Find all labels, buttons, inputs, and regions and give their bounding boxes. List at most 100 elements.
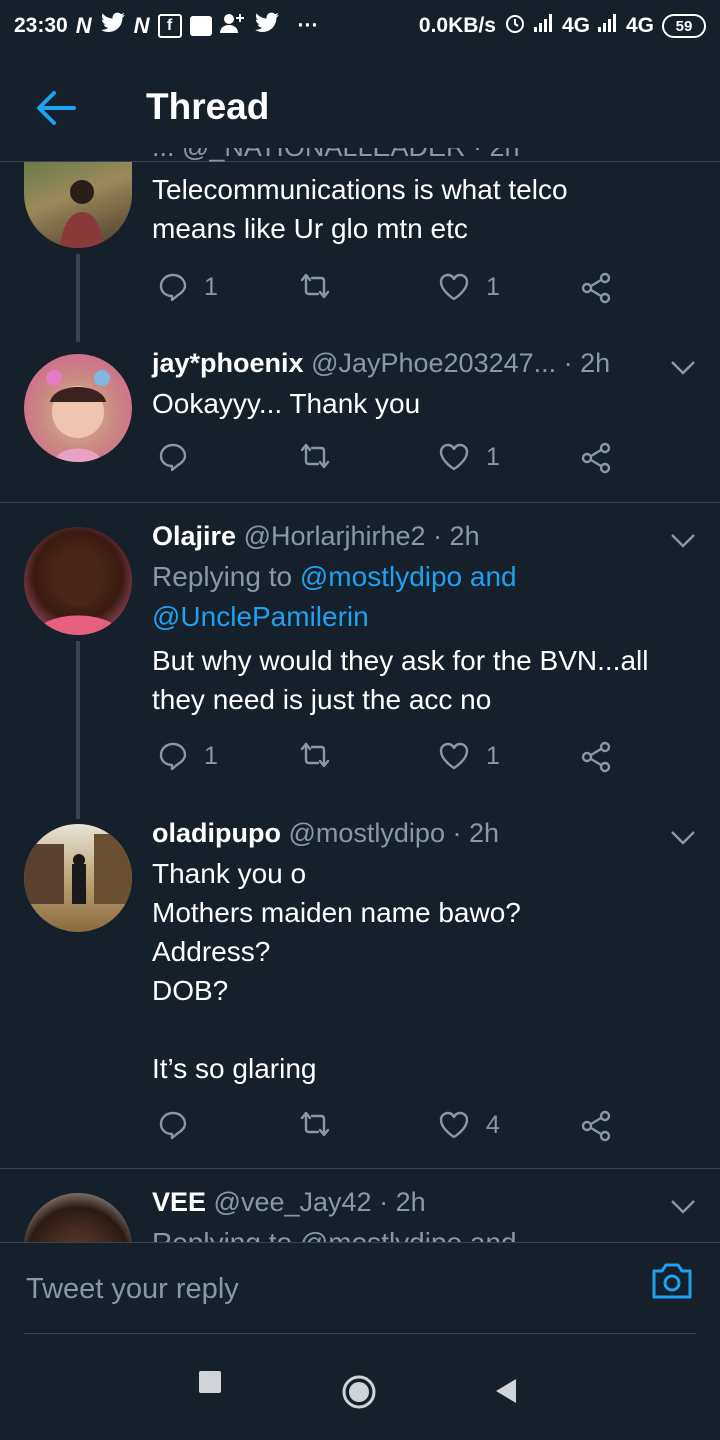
battery-indicator: 59 <box>662 14 706 38</box>
author-handle[interactable]: @mostlydipo <box>289 818 445 848</box>
recents-button[interactable] <box>198 1370 222 1399</box>
mention-link[interactable]: @UnclePamilerin <box>152 601 369 632</box>
like-button[interactable]: 1 <box>438 272 500 302</box>
like-count: 1 <box>486 442 500 471</box>
retweet-icon <box>300 1111 330 1137</box>
share-button[interactable] <box>580 442 612 474</box>
tweet-item[interactable]: Olajire @Horlarjhirhe2 · 2h Replying to … <box>0 503 720 819</box>
author-handle[interactable]: @Horlarjhirhe2 <box>244 521 426 551</box>
author-name[interactable]: VEE <box>152 1187 206 1217</box>
like-count: 1 <box>486 741 500 770</box>
author-name[interactable]: Olajire <box>152 521 236 551</box>
retweet-button[interactable] <box>298 442 348 470</box>
avatar[interactable] <box>24 1193 132 1242</box>
signal-icon-1 <box>533 14 554 38</box>
retweet-button[interactable] <box>298 1110 348 1138</box>
reply-icon <box>159 273 187 302</box>
home-button[interactable] <box>341 1374 377 1415</box>
tweet-item[interactable]: ... @_NATIONALLEADER · 2h Telecommunicat… <box>0 148 720 342</box>
reply-input[interactable] <box>24 1263 628 1315</box>
avatar[interactable] <box>24 824 132 932</box>
like-count: 4 <box>486 1110 500 1139</box>
avatar[interactable] <box>24 354 132 462</box>
tweet-body: Telecommunications is what telco means l… <box>152 174 568 244</box>
chevron-down-icon[interactable] <box>670 830 696 846</box>
share-button[interactable] <box>580 1110 612 1142</box>
share-icon <box>581 442 611 474</box>
reply-count: 1 <box>204 741 218 770</box>
back-nav-button[interactable] <box>494 1378 518 1409</box>
reply-button[interactable]: 1 <box>158 741 218 771</box>
share-button[interactable] <box>580 741 612 773</box>
retweet-button[interactable] <box>298 741 348 769</box>
share-button[interactable] <box>580 272 612 304</box>
tweet-meta: VEE @vee_Jay42 · 2h <box>152 1187 692 1223</box>
avatar[interactable] <box>24 527 132 635</box>
system-nav-bar <box>0 1334 720 1440</box>
like-button[interactable]: 4 <box>438 1110 500 1140</box>
reply-icon <box>159 443 187 472</box>
camera-button[interactable] <box>650 1261 694 1301</box>
tweet-body: But why would they ask for the BVN...all… <box>152 645 649 715</box>
reply-button[interactable]: 1 <box>158 272 218 302</box>
heart-icon <box>439 273 469 301</box>
thread-header: Thread <box>0 52 720 162</box>
author-name[interactable]: oladipupo <box>152 818 281 848</box>
twitter-bird-icon-2 <box>254 12 280 40</box>
back-button[interactable] <box>34 88 78 128</box>
chevron-down-icon[interactable] <box>670 1199 696 1215</box>
tweet-meta: Olajire @Horlarjhirhe2 · 2h <box>152 521 692 557</box>
tweet-meta: jay*phoenix @JayPhoe203247... · 2h <box>152 348 692 384</box>
reply-composer <box>0 1242 720 1335</box>
share-icon <box>581 741 611 773</box>
reply-icon <box>159 1111 187 1140</box>
author-handle[interactable]: @vee_Jay42 <box>214 1187 372 1217</box>
like-button[interactable]: 1 <box>438 741 500 771</box>
network-speed: 0.0KB/s <box>418 14 496 37</box>
retweet-button[interactable] <box>298 272 348 300</box>
network-type-2: 4G <box>625 14 654 37</box>
avatar[interactable] <box>24 162 132 248</box>
tweet-meta: oladipupo @mostlydipo · 2h <box>152 818 692 854</box>
status-bar: 23:30 N N f ··· 0.0KB/s 4G 4G 59 <box>0 0 720 52</box>
home-circle-icon <box>342 1375 376 1409</box>
notification-icon-n: N <box>75 13 92 38</box>
share-icon <box>581 272 611 304</box>
status-bar-right: 0.0KB/s 4G 4G 59 <box>419 12 706 40</box>
like-button[interactable]: 1 <box>438 442 500 472</box>
notification-icon-n-2: N <box>133 13 150 38</box>
thread-connector-line <box>76 254 80 342</box>
tweet-item[interactable]: VEE @vee_Jay42 · 2h Replying to @mostlyd… <box>0 1169 720 1242</box>
author-handle[interactable]: @JayPhoe203247... <box>311 348 556 378</box>
reply-count: 1 <box>204 272 218 301</box>
tweet-time: · 2h <box>452 818 500 848</box>
tweet-body: Thank you o Mothers maiden name bawo? Ad… <box>152 858 521 1084</box>
tweet-time: · 2h <box>563 348 611 378</box>
back-arrow-icon <box>37 91 76 125</box>
tweet-actions: 4 <box>152 1110 622 1150</box>
replying-to: Replying to @mostlydipo and @UnclePamile… <box>152 561 517 632</box>
heart-icon <box>439 742 469 770</box>
chevron-down-icon[interactable] <box>670 533 696 549</box>
reply-button[interactable] <box>158 1110 204 1140</box>
tweet-actions: 1 <box>152 442 622 482</box>
reply-button[interactable] <box>158 442 204 472</box>
tweet-body: Ookayyy... Thank you <box>152 388 421 419</box>
facebook-icon: f <box>157 14 182 38</box>
tweet-item[interactable]: oladipupo @mostlydipo · 2h Thank you o M… <box>0 808 720 1168</box>
retweet-icon <box>300 742 330 768</box>
tweet-item[interactable]: jay*phoenix @JayPhoe203247... · 2h Ookay… <box>0 342 720 502</box>
alarm-icon <box>504 12 526 40</box>
tweet-actions: 1 1 <box>152 741 622 781</box>
retweet-icon <box>300 443 330 469</box>
chevron-down-icon[interactable] <box>670 360 696 376</box>
retweet-icon <box>300 273 330 299</box>
back-triangle-icon <box>496 1379 516 1403</box>
author-name[interactable]: jay*phoenix <box>152 348 304 378</box>
mention-link[interactable]: @mostlydipo and <box>300 561 517 592</box>
heart-icon <box>439 443 469 471</box>
page-title: Thread <box>146 86 270 127</box>
tweet-time: · 2h <box>379 1187 426 1217</box>
tweet-actions: 1 1 <box>152 272 622 312</box>
app-icon-book <box>189 16 212 36</box>
